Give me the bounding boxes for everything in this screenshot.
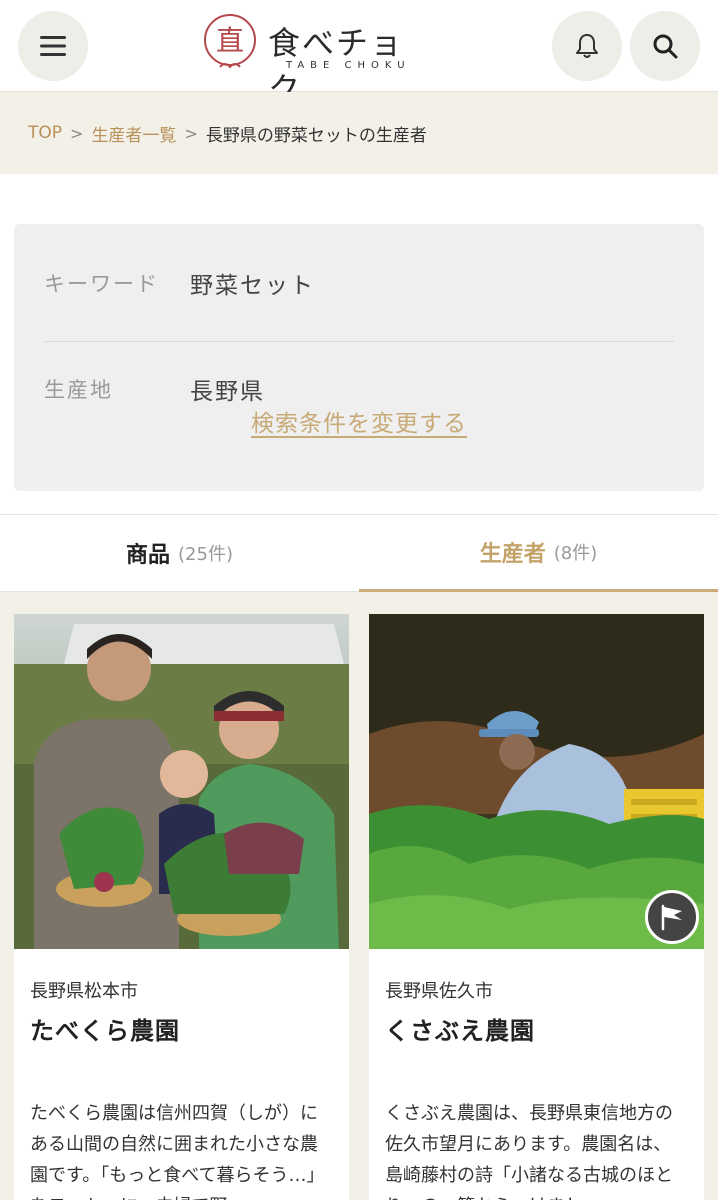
- region-label: 生産地: [44, 378, 113, 402]
- svg-text:直: 直: [216, 24, 244, 57]
- tab-producers[interactable]: 生産者 (8件): [359, 515, 718, 593]
- tab-producers-label: 生産者: [479, 542, 546, 567]
- menu-icon: [40, 36, 66, 56]
- breadcrumb-top-link[interactable]: TOP: [28, 123, 62, 143]
- breadcrumb-separator: >: [70, 123, 84, 143]
- breadcrumb: TOP > 生産者一覧 > 長野県の野菜セットの生産者: [0, 92, 718, 174]
- logo-seal-icon: 直: [204, 14, 256, 69]
- menu-button[interactable]: [18, 11, 88, 81]
- keyword-label: キーワード: [44, 271, 159, 296]
- region-value: 長野県: [190, 379, 265, 405]
- flag-badge: [645, 890, 699, 944]
- tab-products[interactable]: 商品 (25件): [0, 515, 359, 593]
- tab-producers-count: (8件): [553, 543, 598, 564]
- breadcrumb-current: 長野県の野菜セットの生産者: [205, 125, 427, 146]
- search-conditions-section: キーワード 野菜セット 生産地 長野県 検索条件を変更する: [0, 174, 718, 514]
- producer-name: たべくら農園: [30, 1017, 180, 1045]
- site-logo[interactable]: 直 食べチョク TABE CHOKU: [200, 12, 430, 108]
- change-conditions-link[interactable]: 検索条件を変更する: [14, 404, 704, 444]
- producer-description: くさぶえ農園は、長野県東信地方の佐久市望月にあります。農園名は、島崎藤村の詩「小…: [385, 1103, 673, 1200]
- producer-location: 長野県松本市: [30, 981, 138, 1002]
- producer-name: くさぶえ農園: [385, 1017, 535, 1045]
- keyword-value: 野菜セット: [190, 272, 315, 299]
- breadcrumb-producers-link[interactable]: 生産者一覧: [91, 121, 176, 146]
- result-tabs: 商品 (25件) 生産者 (8件): [0, 514, 718, 593]
- app-header: 直 食べチョク TABE CHOKU: [0, 0, 718, 108]
- tab-products-count: (25件): [178, 544, 233, 565]
- tab-products-label: 商品: [126, 543, 171, 568]
- producer-description: たべくら農園は信州四賀（しが）にある山間の自然に囲まれた小さな農園です。「もっと…: [30, 1103, 325, 1200]
- breadcrumb-separator: >: [184, 123, 198, 143]
- producer-card[interactable]: 長野県佐久市 くさぶえ農園 くさぶえ農園は、長野県東信地方の佐久市望月にあります…: [369, 614, 704, 1200]
- search-icon: [653, 34, 678, 59]
- producer-list: 長野県松本市 たべくら農園 たべくら農園は信州四賀（しが）にある山間の自然に囲ま…: [0, 592, 718, 1200]
- search-button[interactable]: [630, 11, 700, 81]
- search-conditions-panel: キーワード 野菜セット 生産地 長野県 検索条件を変更する: [14, 224, 704, 491]
- flag-icon: [661, 904, 682, 931]
- producer-photo: [14, 614, 349, 949]
- producer-location: 長野県佐久市: [385, 981, 493, 1002]
- bell-icon: [576, 34, 598, 58]
- logo-subtext: TABE CHOKU: [286, 60, 411, 71]
- keyword-row: キーワード 野菜セット: [44, 224, 674, 342]
- producer-card[interactable]: 長野県松本市 たべくら農園 たべくら農園は信州四賀（しが）にある山間の自然に囲ま…: [14, 614, 349, 1200]
- notification-button[interactable]: [552, 11, 622, 81]
